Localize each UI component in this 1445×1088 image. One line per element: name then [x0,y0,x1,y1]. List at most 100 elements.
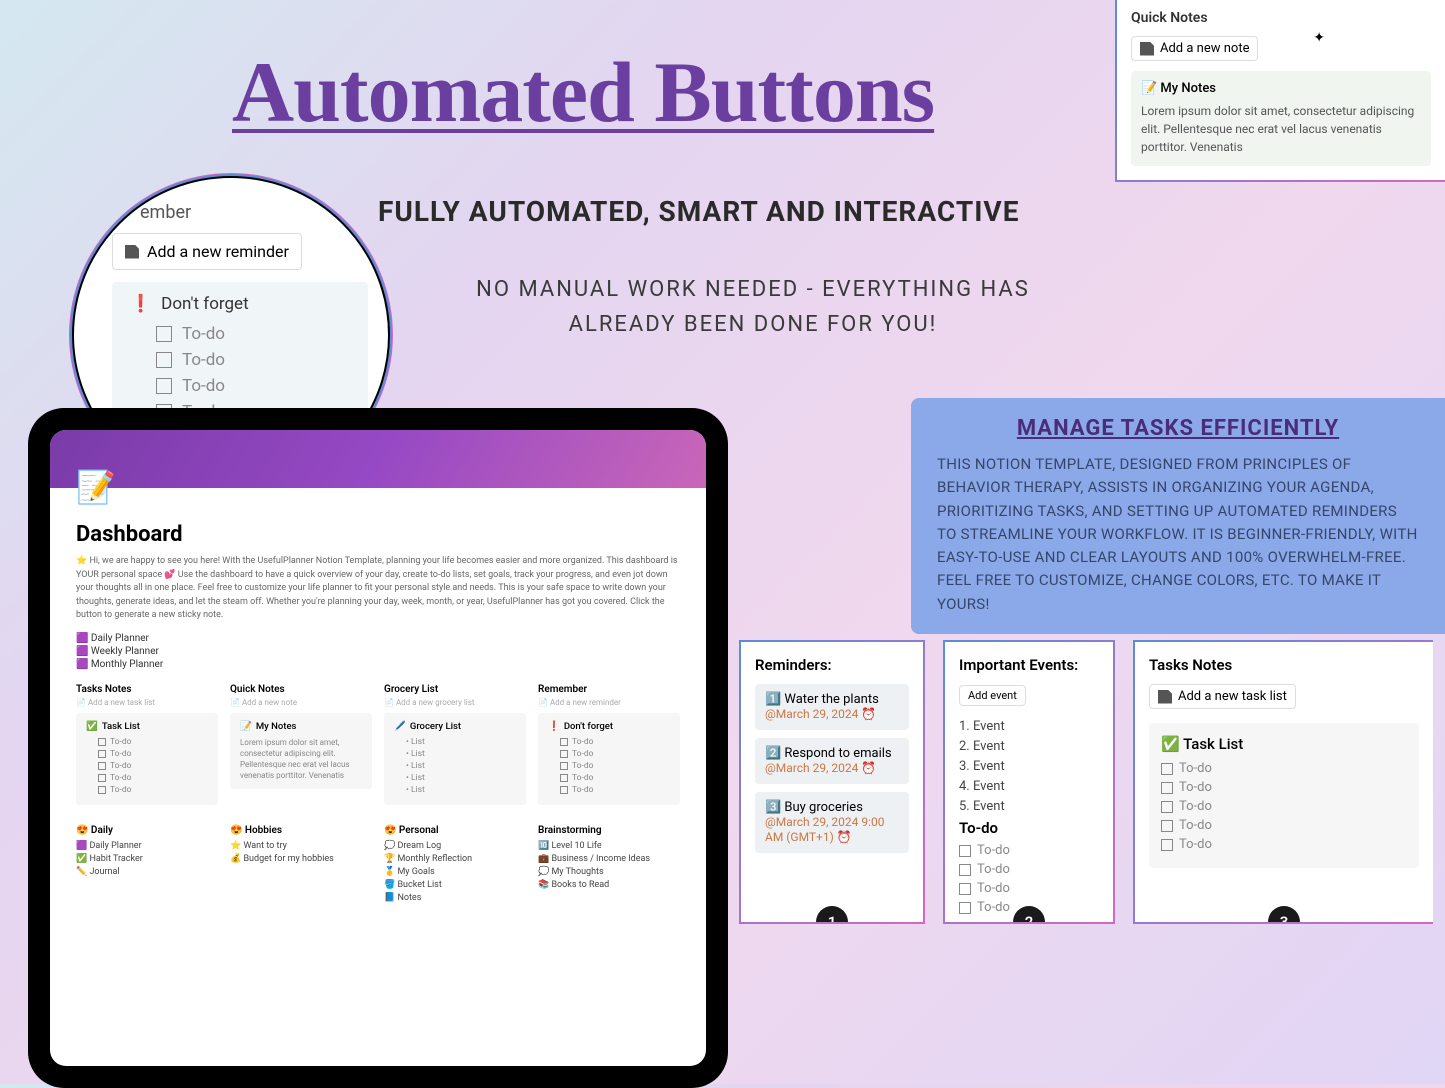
note-card[interactable]: 📝 My Notes Lorem ipsum dolor sit amet, c… [1131,71,1431,166]
todo-item[interactable]: To-do [959,881,1099,896]
todo-item[interactable]: To-do [98,749,208,759]
event-item[interactable]: 3. Event [959,759,1099,774]
todo-item[interactable]: To-do [156,376,350,396]
tablet-screen: 📝 Dashboard ⭐ Hi, we are happy to see yo… [50,430,706,1066]
add-reminder-button[interactable]: Add a new reminder [112,233,302,270]
page-icon [125,245,139,259]
todo-item[interactable]: To-do [98,737,208,747]
manage-title: MANAGE TASKS EFFICIENTLY [937,416,1419,441]
col-add[interactable]: 📄 Add a new task list [76,698,218,707]
subtitle-1: FULLY AUTOMATED, SMART AND INTERACTIVE [378,195,1019,228]
add-event-button[interactable]: Add event [959,685,1026,706]
reminders-title: Reminders: [755,656,909,674]
section-link[interactable]: 💼 Business / Income Ideas [538,854,680,864]
section-link[interactable]: 🏆 Monthly Reflection [384,854,526,864]
todo-item[interactable]: To-do [98,761,208,771]
todo-item[interactable]: To-do [98,785,208,795]
todo-item[interactable]: To-do [560,785,670,795]
col-add[interactable]: 📄 Add a new reminder [538,698,680,707]
dashboard-links: 🟪 Daily Planner 🟪 Weekly Planner 🟪 Monthly… [76,633,680,670]
reminders-card: Reminders: 1️⃣ Water the plants @March 2… [739,640,925,924]
section-link[interactable]: 💭 My Thoughts [538,867,680,877]
todo-item[interactable]: To-do [1161,837,1407,852]
planner-link[interactable]: 🟪 Weekly Planner [76,646,680,657]
add-note-button[interactable]: Add a new note ✦ [1131,36,1258,61]
list-item[interactable]: • List [406,773,516,783]
dash-card: ✅Task ListTo-doTo-doTo-doTo-doTo-do [76,713,218,805]
section-title: 😍 Personal [384,825,526,836]
note-body: Lorem ipsum dolor sit amet, consectetur … [1141,102,1421,156]
section-link[interactable]: 💰 Budget for my hobbies [230,854,372,864]
section-link[interactable]: 📚 Books to Read [538,880,680,890]
todo-item[interactable]: To-do [1161,761,1407,776]
page-icon [1140,42,1154,56]
todo-item[interactable]: To-do [1161,818,1407,833]
section-link[interactable]: 🥇 My Goals [384,867,526,877]
col-add[interactable]: 📄 Add a new note [230,698,372,707]
events-title: Important Events: [959,656,1099,674]
hero-title: Automated Buttons [232,42,934,142]
section-title: 😍 Daily [76,825,218,836]
reminder-item[interactable]: 2️⃣ Respond to emails @March 29, 2024 ⏰ [755,738,909,784]
task-list-card: ✅ Task List To-doTo-doTo-doTo-doTo-do [1149,723,1419,868]
dash-card: 🖊️Grocery List• List• List• List• List• … [384,713,526,805]
list-item[interactable]: • List [406,737,516,747]
tablet-frame: 📝 Dashboard ⭐ Hi, we are happy to see yo… [28,408,728,1088]
todo-item[interactable]: To-do [156,324,350,344]
todo-item[interactable]: To-do [560,737,670,747]
add-task-list-button[interactable]: Add a new task list [1149,684,1296,709]
section-title: 😍 Hobbies [230,825,372,836]
section-link[interactable]: ✏️ Journal [76,867,218,877]
todo-item[interactable]: To-do [98,773,208,783]
events-card: Important Events: Add event 1. Event 2. E… [943,640,1115,924]
col-title: Quick Notes [230,684,372,695]
col-title: Tasks Notes [76,684,218,695]
note-title: 📝 My Notes [1141,81,1421,96]
col-add[interactable]: 📄 Add a new grocery list [384,698,526,707]
badge-1: 1 [816,906,848,924]
quick-notes-panel: Quick Notes Add a new note ✦ 📝 My Notes … [1115,0,1445,182]
bottom-cards: Reminders: 1️⃣ Water the plants @March 2… [739,640,1445,924]
callout-header: ember [140,202,368,223]
reminder-item[interactable]: 1️⃣ Water the plants @March 29, 2024 ⏰ [755,684,909,730]
planner-link[interactable]: 🟪 Daily Planner [76,633,680,644]
todo-item[interactable]: To-do [959,862,1099,877]
todo-item[interactable]: To-do [1161,799,1407,814]
section-title: Brainstorming [538,825,680,836]
list-item[interactable]: • List [406,761,516,771]
event-item[interactable]: 4. Event [959,779,1099,794]
quick-notes-title: Quick Notes [1131,10,1431,26]
tablet-header-gradient [50,430,706,488]
dashboard-title: Dashboard [76,522,680,547]
section-link[interactable]: 📘 Notes [384,893,526,903]
section-link[interactable]: 💭 Dream Log [384,841,526,851]
event-item[interactable]: 2. Event [959,739,1099,754]
reminder-item[interactable]: 3️⃣ Buy groceries @March 29, 2024 9:00 A… [755,792,909,853]
add-reminder-label: Add a new reminder [147,242,289,261]
section-link[interactable]: 🪣 Bucket List [384,880,526,890]
dashboard-icon: 📝 [76,468,116,506]
todo-item[interactable]: To-do [156,350,350,370]
todo-item[interactable]: To-do [560,773,670,783]
tasks-title: Tasks Notes [1149,656,1419,674]
tasks-card: Tasks Notes Add a new task list ✅ Task L… [1133,640,1433,924]
section-link[interactable]: ✅ Habit Tracker [76,854,218,864]
todo-item[interactable]: To-do [560,749,670,759]
list-item[interactable]: • List [406,749,516,759]
todo-item[interactable]: To-do [1161,780,1407,795]
section-link[interactable]: ⭐ Want to try [230,841,372,851]
list-item[interactable]: • List [406,785,516,795]
planner-link[interactable]: 🟪 Monthly Planner [76,659,680,670]
dashboard-sections: 😍 Daily 🟪 Daily Planner ✅ Habit Tracker ✏️ … [76,825,680,906]
todo-item[interactable]: To-do [959,843,1099,858]
add-note-label: Add a new note [1160,41,1249,56]
todo-item[interactable]: To-do [560,761,670,771]
event-item[interactable]: 5. Event [959,799,1099,814]
section-link[interactable]: 🟪 Daily Planner [76,841,218,851]
section-link[interactable]: 🔟 Level 10 Life [538,841,680,851]
dash-card: 📝My NotesLorem ipsum dolor sit amet, con… [230,713,372,790]
cursor-icon: ✦ [1313,30,1325,46]
col-title: Remember [538,684,680,695]
dash-card: ❗Don't forgetTo-doTo-doTo-doTo-doTo-do [538,713,680,805]
event-item[interactable]: 1. Event [959,719,1099,734]
